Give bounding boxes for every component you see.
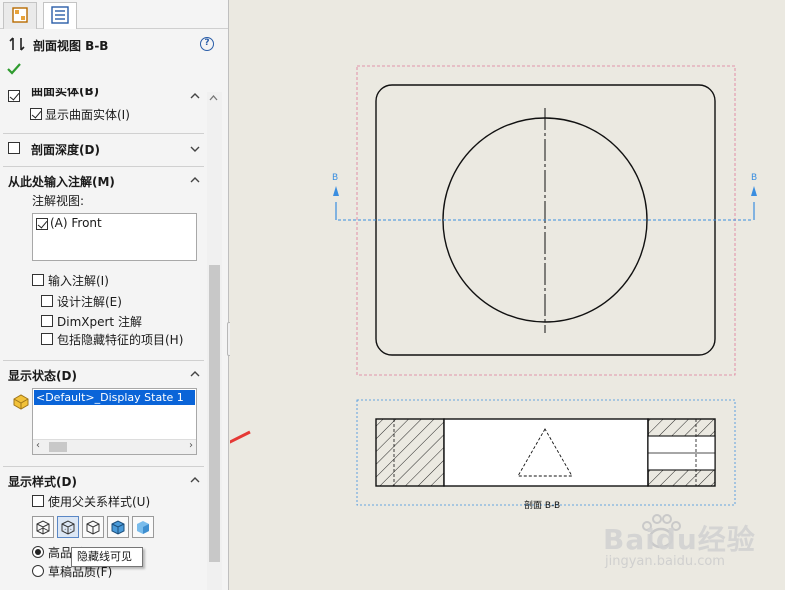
scroll-left-icon[interactable]: ‹ [36,440,40,451]
section-label-right: B [751,173,757,183]
watermark-url: jingyan.baidu.com [605,554,725,569]
display-state-list[interactable]: <Default>_Display State 1 ‹ › [32,388,197,455]
section-view-caption: 剖面 B-B [524,499,560,511]
design-annotations-label: 设计注解(E) [57,295,122,309]
import-annotations-title: 从此处输入注解(M) [8,175,115,189]
front-view-border [356,65,736,376]
dimxpert-annotations-checkbox[interactable] [41,315,53,327]
wireframe-icon [36,520,50,535]
surface-bodies-checkbox[interactable] [8,90,20,102]
hidden-lines-removed-button[interactable] [82,516,104,538]
include-hidden-label: 包括隐藏特征的项目(H) [57,333,184,347]
section-label-left: B [332,173,338,183]
use-parent-style-checkbox[interactable] [32,495,44,507]
solidworks-window: 剖面视图 B-B ? 曲面实体(B) 显示曲面实体(I) 剖面深度(D) 从此处… [0,0,785,590]
help-button[interactable]: ? [200,37,214,51]
shaded-button[interactable] [132,516,154,538]
display-style-title: 显示样式(D) [8,475,77,489]
high-quality-radio[interactable] [32,546,44,558]
section-depth-group[interactable]: 剖面深度(D) [3,133,204,165]
annotation-views-label: 注解视图: [32,194,85,208]
display-state-icon [13,394,29,410]
import-annotations-checkbox[interactable] [32,274,44,286]
surface-bodies-group: 曲面实体(B) 显示曲面实体(I) [3,88,204,132]
shaded-icon [137,521,149,534]
panel-scroll-thumb[interactable] [209,265,220,562]
property-manager-header: 剖面视图 B-B ? [0,30,228,92]
watermark: Baidu经验 jingyan.baidu.com [601,512,785,590]
include-hidden-checkbox[interactable] [41,333,53,345]
watermark-brand: Baidu经验 [603,523,756,556]
manager-tabs [0,0,228,29]
import-annotations-label: 输入注解(I) [48,274,109,288]
hidden-lines-removed-icon [86,520,100,535]
view-front-label: (A) Front [50,216,102,230]
section-hatch-left [375,418,445,487]
chevron-up-icon[interactable] [190,369,200,379]
show-surface-bodies-label: 显示曲面实体(I) [45,108,130,122]
annotation-arrow [81,430,251,518]
section-view-icon [9,37,25,51]
page-title: 剖面视图 B-B [33,39,109,53]
tab-feature-manager[interactable] [3,2,37,29]
shaded-with-edges-button[interactable] [107,516,129,538]
scroll-thumb[interactable] [49,442,67,452]
tab-property-manager[interactable] [43,2,77,29]
use-parent-style-label: 使用父关系样式(U) [48,495,151,509]
section-depth-title: 剖面深度(D) [31,143,100,157]
annotation-views-list[interactable]: (A) Front [32,213,197,261]
wireframe-button[interactable] [32,516,54,538]
section-depth-checkbox[interactable] [8,142,20,154]
property-manager-icon [51,6,69,24]
shaded-with-edges-icon [111,520,125,535]
drawing-graphics-area[interactable]: B B 剖面 B-B [70,0,785,590]
view-front-checkbox[interactable] [36,218,48,230]
display-state-title: 显示状态(D) [8,369,77,383]
chevron-down-icon[interactable] [190,144,200,154]
ok-button[interactable] [6,61,22,80]
scroll-up-icon[interactable] [209,94,218,103]
chevron-up-icon[interactable] [190,475,200,485]
property-manager-panel: 剖面视图 B-B ? 曲面实体(B) 显示曲面实体(I) 剖面深度(D) 从此处… [0,0,229,590]
chevron-up-icon[interactable] [190,175,200,185]
hidden-lines-visible-button[interactable] [57,516,79,538]
scroll-right-icon[interactable]: › [189,440,193,451]
feature-manager-icon [12,7,28,23]
tooltip: 隐藏线可见 [71,547,143,567]
chevron-up-icon[interactable] [190,91,200,101]
draft-quality-radio[interactable] [32,565,44,577]
design-annotations-checkbox[interactable] [41,295,53,307]
hidden-lines-visible-icon [61,520,75,535]
checkmark-icon [7,63,21,75]
dimxpert-annotations-label: DimXpert 注解 [57,315,142,329]
show-surface-bodies-checkbox[interactable] [30,108,42,120]
horizontal-scrollbar[interactable]: ‹ › [33,439,196,454]
display-state-group: 显示状态(D) <Default>_Display State 1 ‹ › [3,360,204,460]
drawing-canvas: B B 剖面 B-B [70,65,757,522]
import-annotations-group: 从此处输入注解(M) 注解视图: (A) Front 输入注解(I) 设计注解(… [3,166,204,357]
display-state-item[interactable]: <Default>_Display State 1 [34,390,195,405]
